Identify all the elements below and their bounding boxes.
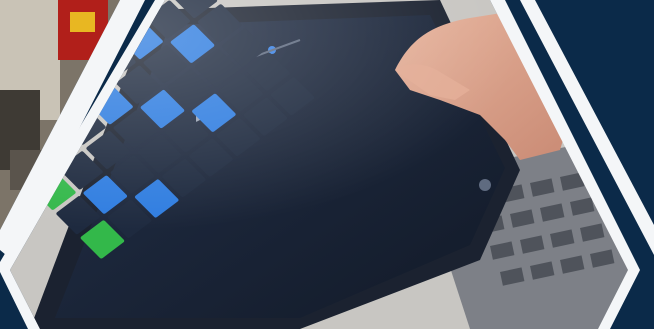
photo-collage (0, 0, 654, 329)
photo-collage-svg (0, 0, 654, 329)
